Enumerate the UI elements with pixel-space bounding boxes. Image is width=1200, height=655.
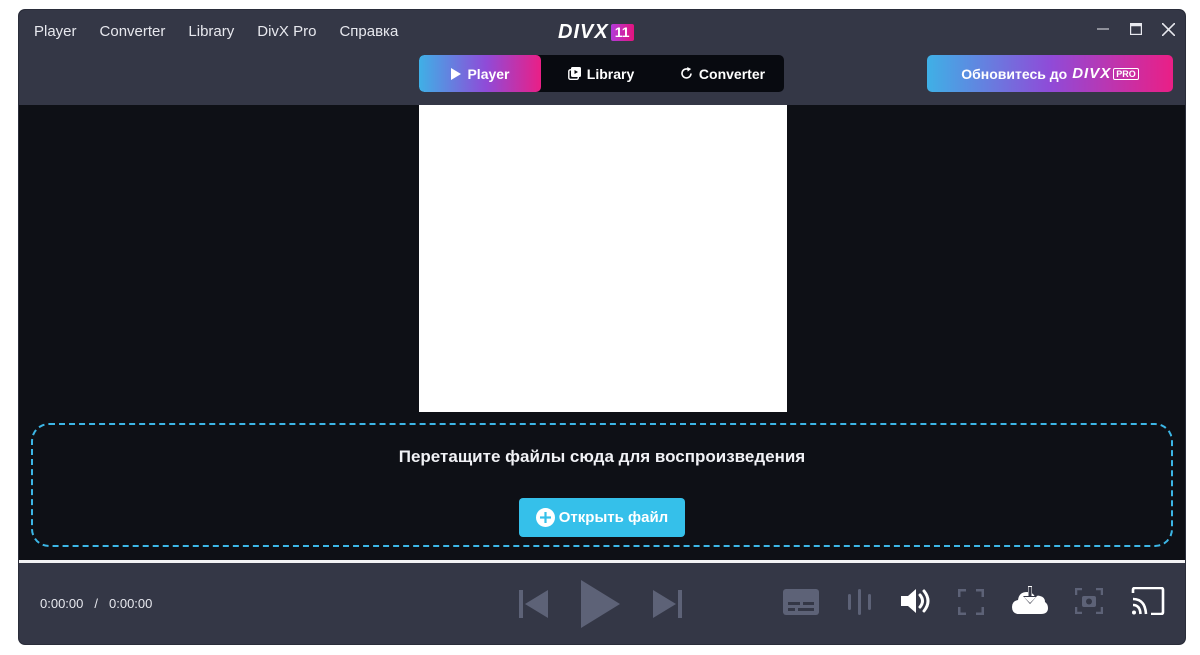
- current-time: 0:00:00: [40, 596, 84, 611]
- upgrade-divx-logo: DIVX: [1072, 65, 1112, 82]
- minimize-icon: [1096, 28, 1109, 30]
- video-area[interactable]: Перетащите файлы сюда для воспроизведени…: [19, 105, 1185, 560]
- menu-bar: Player Converter Library DivX Pro Справк…: [19, 10, 409, 54]
- previous-icon: [519, 590, 548, 618]
- subtitles-icon: [783, 589, 819, 615]
- volume-button[interactable]: [899, 585, 933, 617]
- subtitles-button[interactable]: [782, 587, 820, 617]
- top-bar: Player Converter Library DivX Pro Справк…: [19, 10, 1185, 105]
- refresh-icon: [681, 67, 692, 79]
- plus-circle-icon: [535, 508, 555, 527]
- close-button[interactable]: [1152, 10, 1185, 48]
- logo-text: DIVX: [558, 20, 609, 43]
- total-time: 0:00:00: [109, 596, 153, 611]
- upgrade-button[interactable]: Обновитесь до DIVX PRO: [927, 55, 1173, 92]
- close-icon: [1162, 22, 1175, 36]
- tab-player[interactable]: Player: [419, 55, 541, 92]
- menu-item-library[interactable]: Library: [176, 10, 245, 54]
- menu-item-divx-pro[interactable]: DivX Pro: [245, 10, 327, 54]
- maximize-button[interactable]: [1119, 10, 1152, 48]
- drop-zone-text: Перетащите файлы сюда для воспроизведени…: [398, 447, 806, 466]
- tab-converter[interactable]: Converter: [661, 55, 784, 92]
- time-separator: /: [94, 596, 98, 611]
- upgrade-label: Обновитесь до: [961, 65, 1068, 82]
- cloud-download-button[interactable]: [1010, 583, 1050, 617]
- maximize-icon: [1129, 23, 1142, 35]
- tab-library-label: Library: [586, 65, 635, 82]
- cast-icon: [1131, 587, 1165, 615]
- audio-track-button[interactable]: [845, 587, 875, 617]
- tab-library[interactable]: Library: [541, 55, 661, 92]
- logo-version-badge: 11: [610, 23, 634, 41]
- upgrade-pro-badge: PRO: [1113, 67, 1139, 80]
- menu-item-help[interactable]: Справка: [327, 10, 409, 54]
- library-icon: [567, 67, 581, 80]
- volume-icon: [901, 589, 930, 613]
- divx-player-window: Player Converter Library DivX Pro Справк…: [19, 10, 1185, 644]
- divx-logo: DIVX 11: [558, 21, 634, 43]
- minimize-button[interactable]: [1086, 10, 1119, 48]
- window-controls: [1086, 10, 1185, 48]
- time-display: 0:00:00 / 0:00:00: [40, 596, 152, 611]
- play-icon: [451, 67, 462, 80]
- fullscreen-icon: [958, 589, 984, 615]
- tab-converter-label: Converter: [698, 65, 766, 82]
- open-file-label: Открыть файл: [558, 509, 669, 526]
- fullscreen-button[interactable]: [956, 587, 986, 617]
- mode-tabs: Player Library Converter: [419, 55, 784, 92]
- tab-player-label: Player: [467, 65, 510, 82]
- previous-button[interactable]: [516, 585, 550, 623]
- drop-zone[interactable]: Перетащите файлы сюда для воспроизведени…: [31, 423, 1173, 547]
- open-file-button[interactable]: Открыть файл: [519, 498, 685, 537]
- video-frame: [419, 105, 787, 412]
- play-button[interactable]: [577, 578, 623, 630]
- menu-item-player[interactable]: Player: [19, 10, 88, 54]
- cloud-download-icon: [1012, 586, 1048, 614]
- screenshot-icon: [1075, 588, 1103, 614]
- next-icon: [653, 590, 682, 618]
- menu-item-converter[interactable]: Converter: [88, 10, 177, 54]
- audio-track-icon: [848, 589, 871, 615]
- screenshot-button[interactable]: [1073, 586, 1105, 616]
- cast-button[interactable]: [1130, 585, 1166, 617]
- play-icon: [581, 580, 620, 628]
- playback-controls: 0:00:00 / 0:00:00: [19, 563, 1185, 644]
- next-button[interactable]: [651, 585, 685, 623]
